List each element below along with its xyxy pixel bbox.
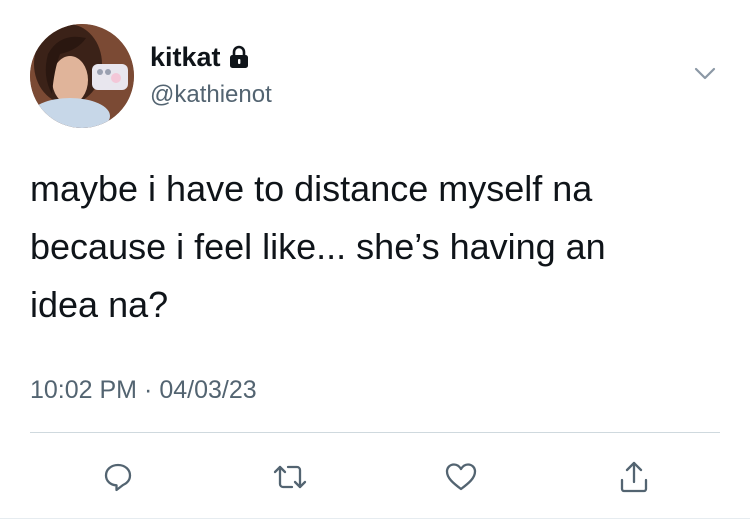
retweet-icon bbox=[271, 460, 309, 494]
tweet-meta: 10:02 PM · 04/03/23 bbox=[30, 374, 257, 406]
avatar-image bbox=[30, 24, 134, 128]
user-name-row: kitkat bbox=[150, 40, 249, 74]
avatar[interactable] bbox=[30, 24, 134, 128]
reply-button[interactable] bbox=[98, 458, 138, 496]
retweet-button[interactable] bbox=[270, 458, 310, 496]
tweet-date[interactable]: 04/03/23 bbox=[159, 376, 256, 404]
share-button[interactable] bbox=[614, 458, 654, 496]
tweet-text: maybe i have to distance myself na becau… bbox=[30, 168, 606, 325]
divider bbox=[30, 432, 720, 433]
heart-icon bbox=[443, 460, 479, 494]
tweet-time[interactable]: 10:02 PM bbox=[30, 376, 137, 404]
display-name[interactable]: kitkat bbox=[150, 40, 221, 74]
user-handle[interactable]: @kathienot bbox=[150, 80, 272, 110]
reply-icon bbox=[101, 460, 135, 494]
card-bottom-border bbox=[0, 518, 750, 519]
like-button[interactable] bbox=[441, 458, 481, 496]
meta-separator: · bbox=[144, 376, 153, 404]
chevron-down-icon[interactable] bbox=[690, 58, 720, 88]
lock-icon bbox=[229, 45, 249, 69]
share-icon bbox=[617, 459, 651, 495]
